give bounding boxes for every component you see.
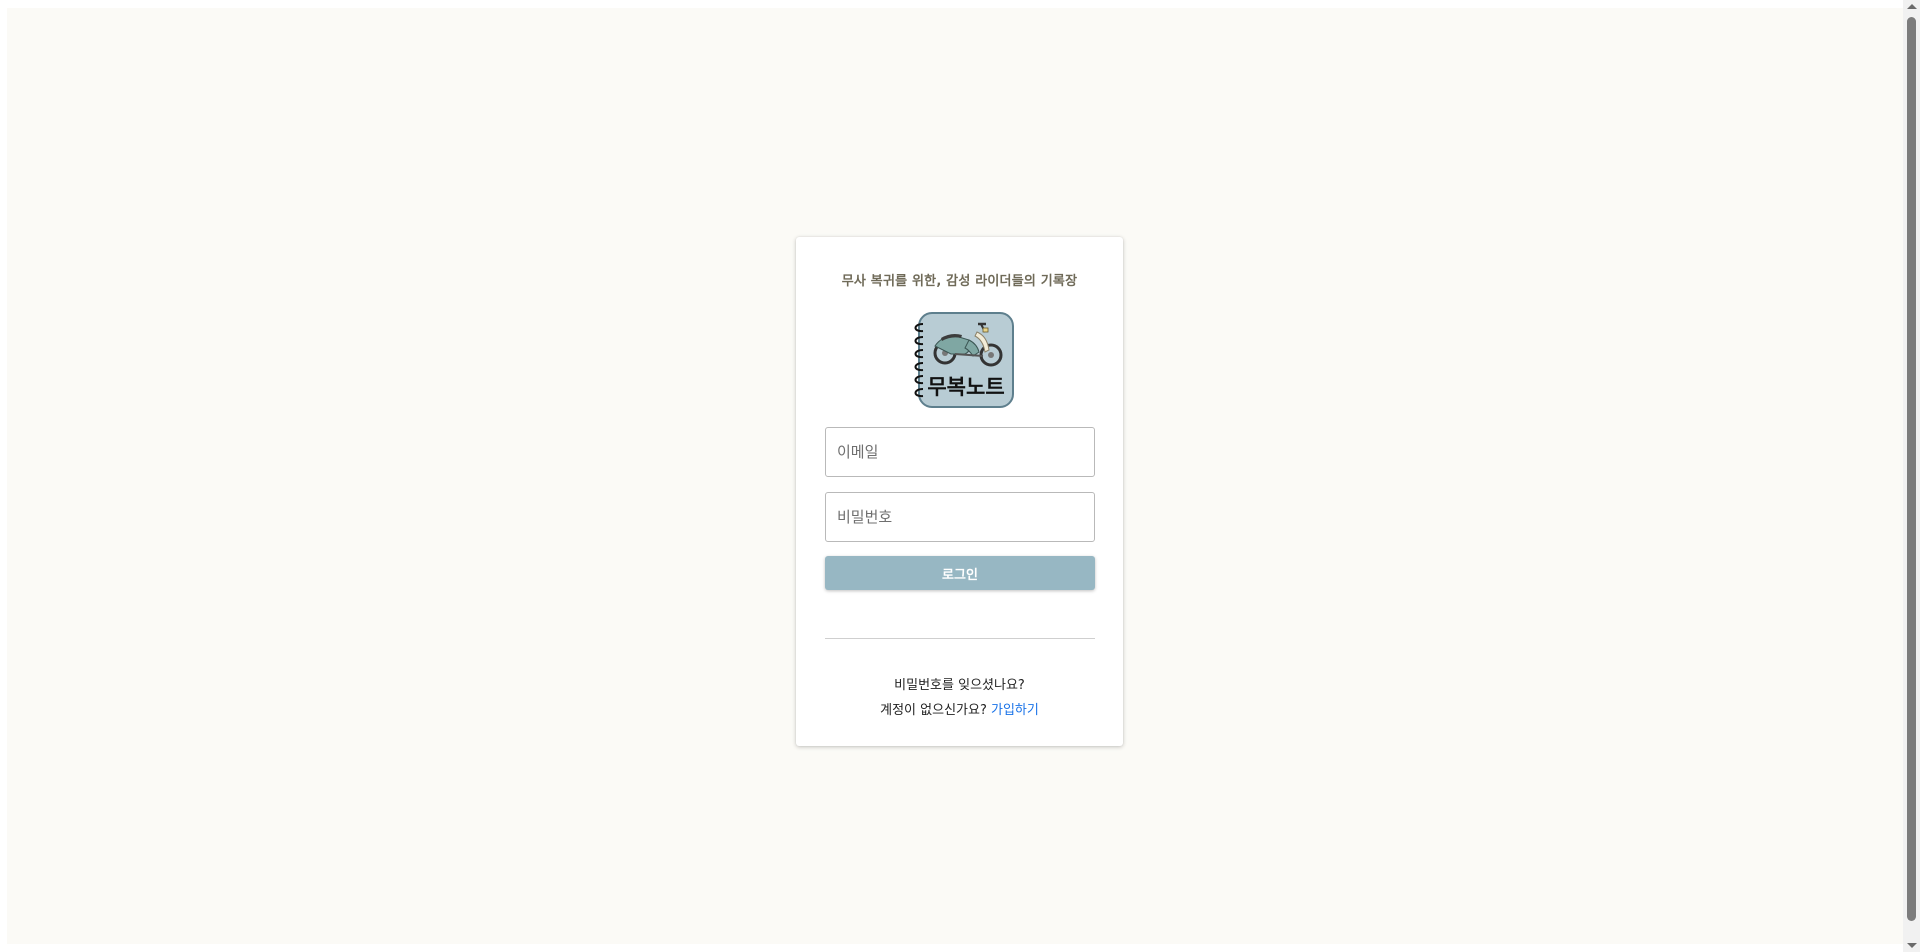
vertical-scrollbar[interactable] [1903,0,1920,952]
login-card: 무사 복귀를 위한, 감성 라이더들의 기록장 무복노트 이메일 로그인 비밀번… [796,237,1123,746]
app-logo: 무복노트 [914,312,1014,408]
login-button[interactable]: 로그인 [825,556,1095,590]
logo-text: 무복노트 [927,375,1004,399]
forgot-password-link[interactable]: 비밀번호를 잊으셨나요? [796,674,1123,693]
tagline: 무사 복귀를 위한, 감성 라이더들의 기록장 [841,274,1078,289]
signup-link[interactable]: 가입하기 [991,703,1039,718]
scrollbar-thumb[interactable] [1907,17,1916,921]
scroll-up-icon[interactable] [1907,4,1917,9]
password-input[interactable] [825,492,1095,542]
page-background: 무사 복귀를 위한, 감성 라이더들의 기록장 무복노트 이메일 로그인 비밀번… [7,8,1903,944]
email-input[interactable] [825,427,1095,477]
signup-prompt: 계정이 없으신가요? 가입하기 [796,699,1123,718]
scroll-down-icon[interactable] [1907,943,1917,948]
no-account-text: 계정이 없으신가요? [880,703,987,718]
divider [825,638,1095,639]
